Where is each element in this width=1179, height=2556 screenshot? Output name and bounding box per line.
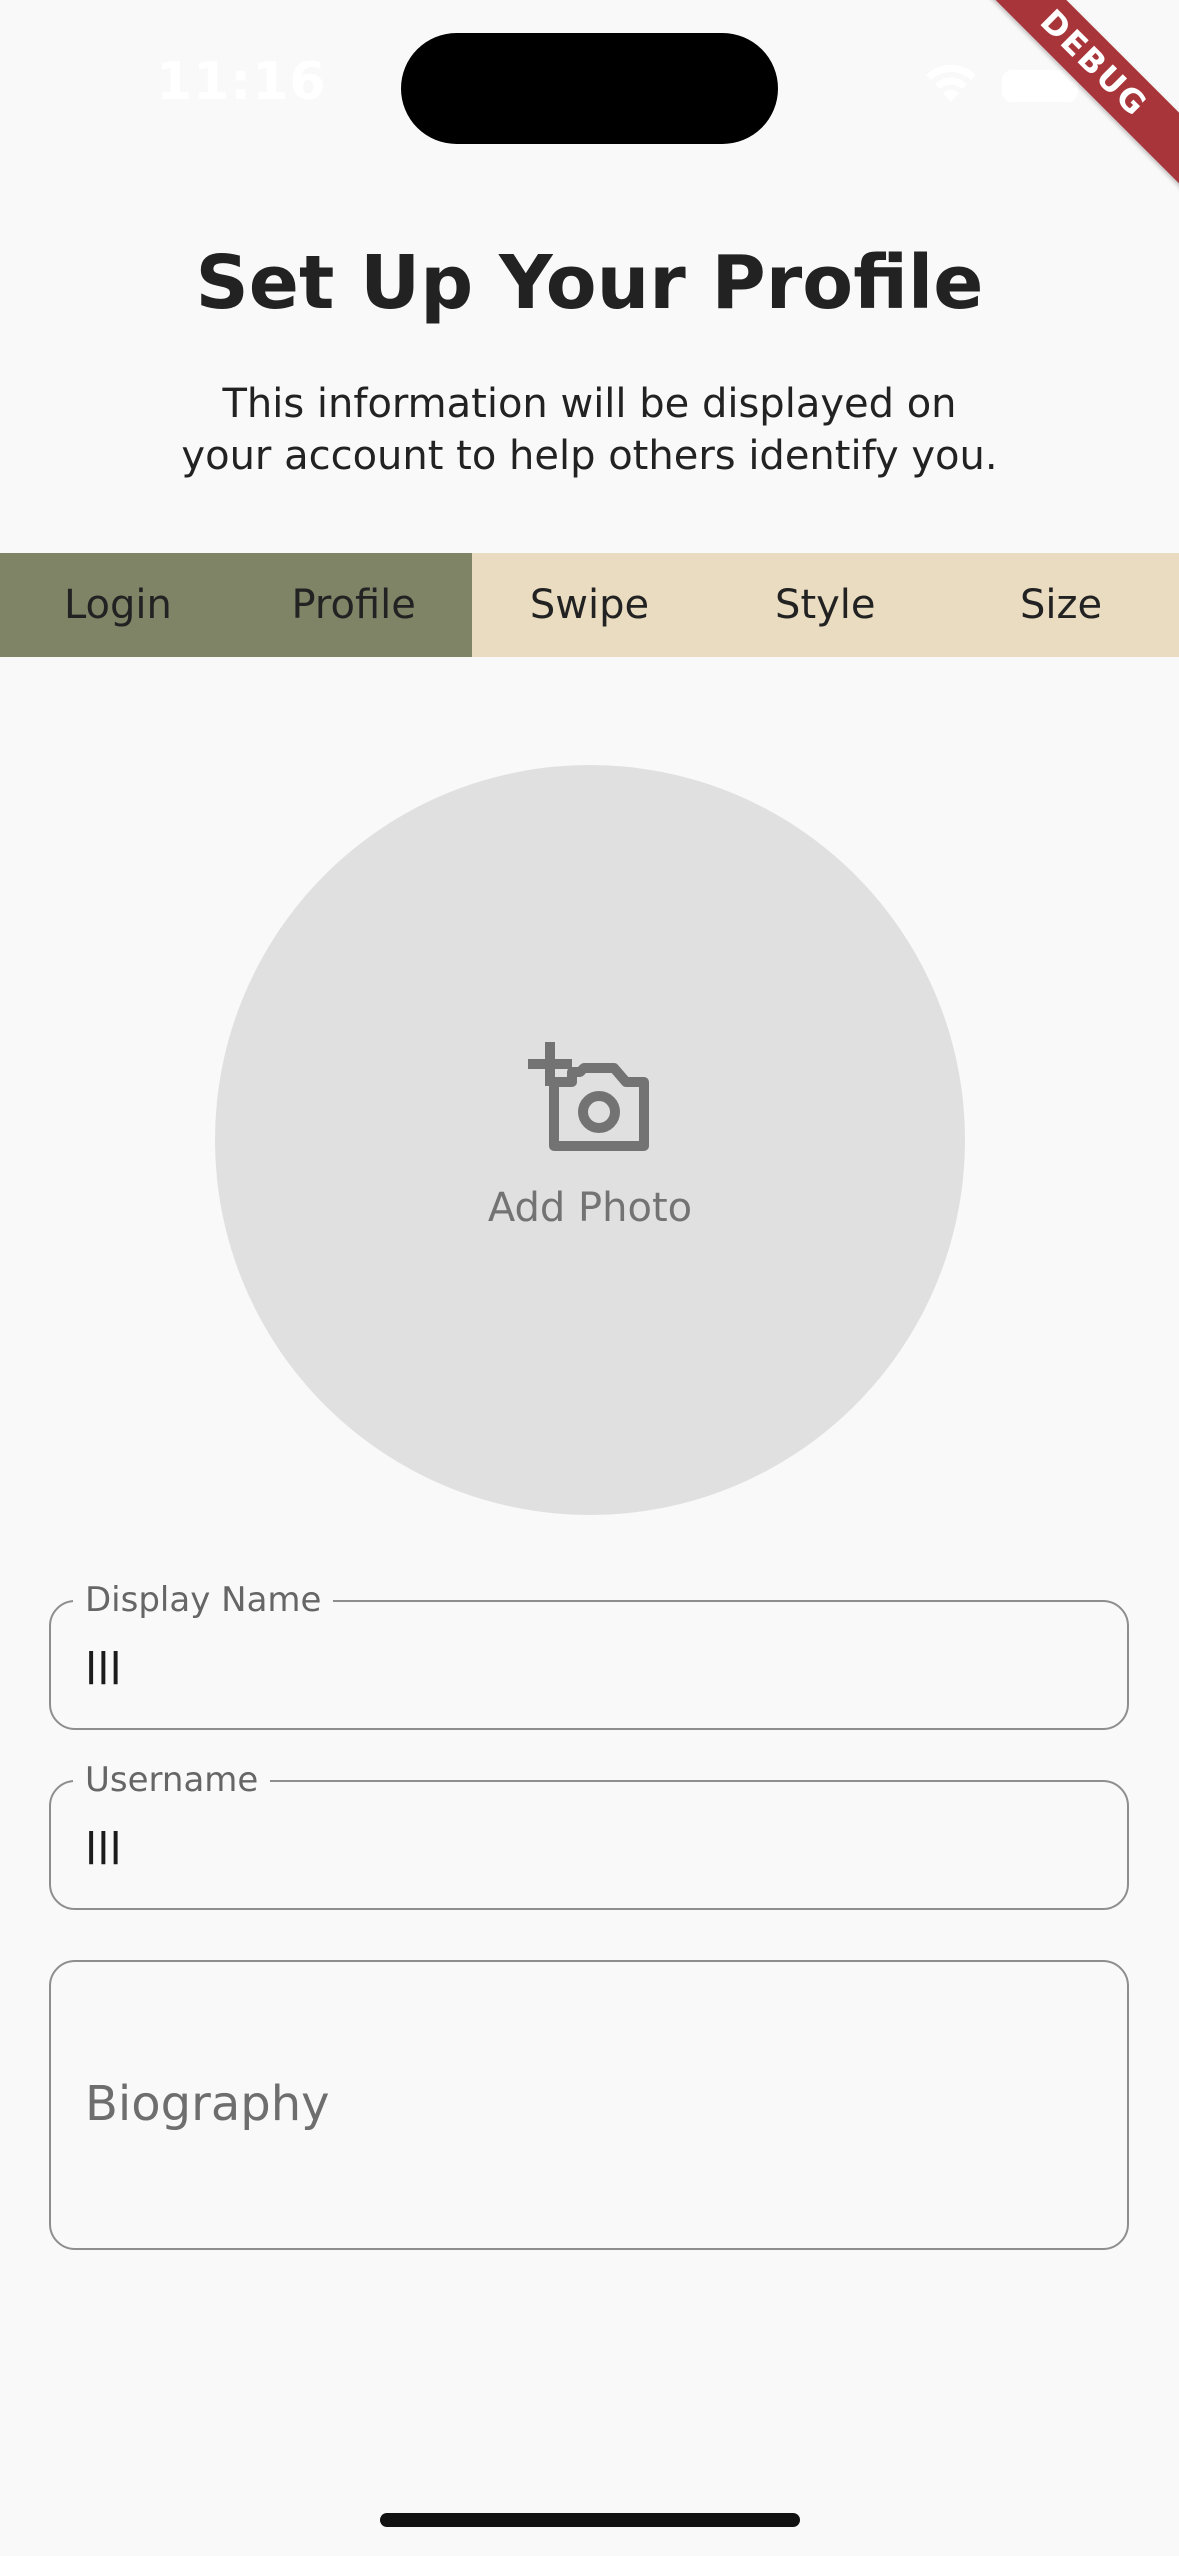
dynamic-island [401, 33, 778, 144]
tab-swipe[interactable]: Swipe [471, 553, 708, 657]
tab-login[interactable]: Login [0, 553, 236, 657]
profile-setup-screen: 11:16 DEBUG Set Up Your Profile This inf… [0, 0, 1179, 2556]
battery-icon [1002, 70, 1078, 102]
display-name-field[interactable]: Display Name lll [49, 1580, 1129, 1730]
wifi-icon [926, 64, 976, 102]
display-name-label: Display Name [73, 1580, 334, 1620]
subtitle-line-1: This information will be displayed on [222, 381, 957, 427]
subtitle-line-2: your account to help others identify you… [181, 433, 998, 479]
biography-field[interactable]: Biography [49, 1960, 1129, 2250]
biography-placeholder: Biography [85, 2076, 330, 2132]
username-label: Username [73, 1760, 271, 1800]
username-field[interactable]: Username lll [49, 1760, 1129, 1910]
display-name-value: lll [85, 1644, 122, 1695]
tab-style[interactable]: Style [707, 553, 944, 657]
page-title: Set Up Your Profile [195, 240, 984, 326]
home-indicator [380, 2513, 800, 2527]
add-photo-label: Add Photo [487, 1185, 693, 1231]
progress-tab-bar: Login Profile Swipe Style Size [0, 553, 1179, 657]
tab-profile[interactable]: Profile [235, 553, 472, 657]
add-photo-button[interactable]: Add Photo [215, 765, 965, 1515]
tab-size[interactable]: Size [943, 553, 1179, 657]
page-subtitle: This information will be displayed on yo… [140, 378, 1039, 482]
add-a-photo-icon [528, 1042, 649, 1151]
status-time: 11:16 [156, 52, 327, 112]
username-value: lll [85, 1824, 122, 1875]
